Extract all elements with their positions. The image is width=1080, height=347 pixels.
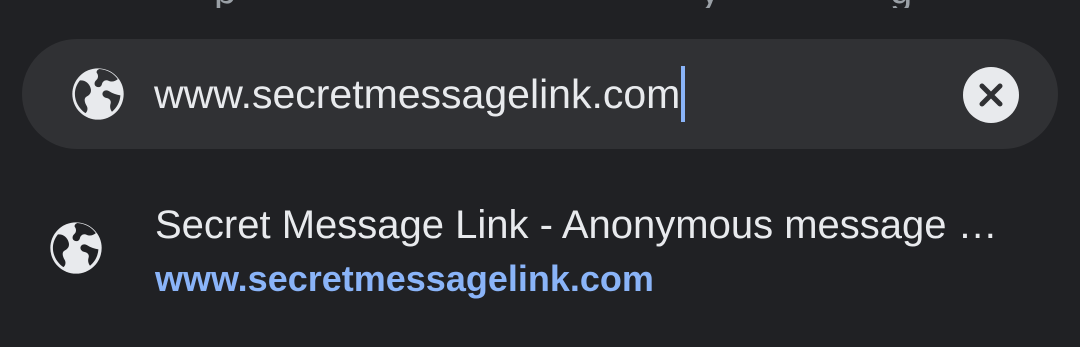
clear-button[interactable]	[963, 67, 1019, 123]
url-input[interactable]: www.secretmessagelink.com	[154, 63, 934, 125]
globe-icon	[48, 220, 104, 276]
address-bar[interactable]: www.secretmessagelink.com	[22, 39, 1058, 149]
suggestion-item[interactable]: Secret Message Link - Anonymous message …	[0, 185, 1080, 315]
suggestion-url: www.secretmessagelink.com	[155, 258, 654, 299]
url-input-value: www.secretmessagelink.com	[154, 71, 681, 117]
close-icon	[979, 83, 1003, 107]
globe-icon	[70, 66, 126, 122]
suggestion-title: Secret Message Link - Anonymous message …	[155, 203, 998, 247]
browser-omnibox-view: p y g www.secretmessagelink.com	[0, 0, 1080, 347]
previous-content-cutoff: p y g	[0, 0, 1080, 8]
text-caret	[681, 66, 686, 122]
